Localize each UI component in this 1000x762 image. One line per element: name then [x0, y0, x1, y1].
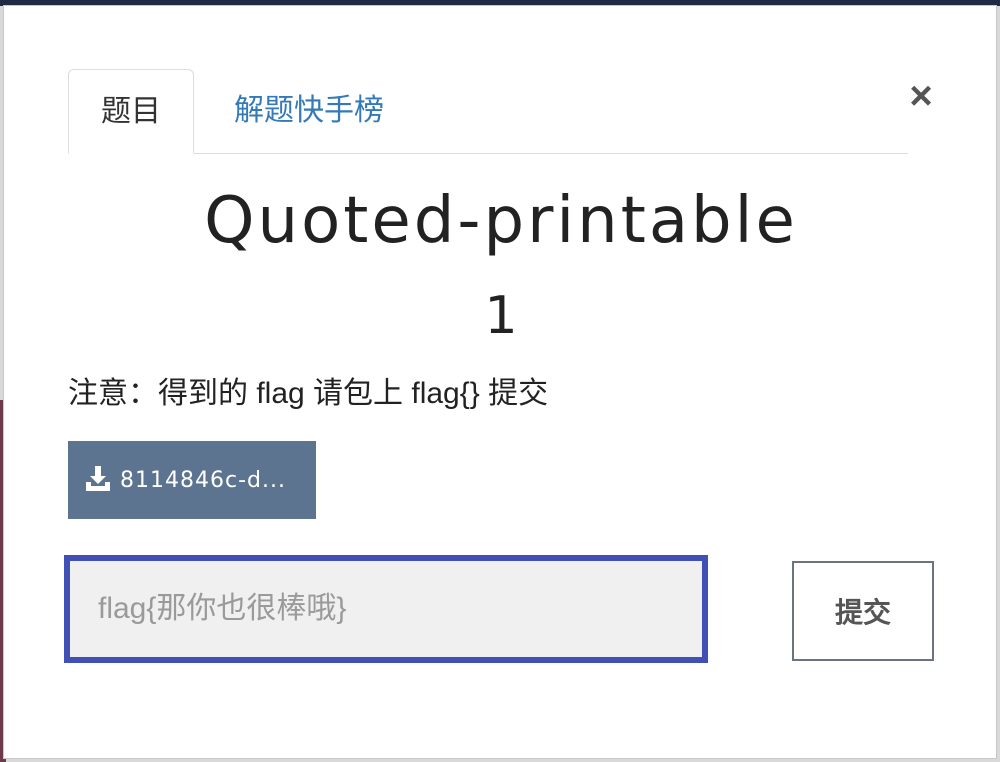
challenge-points: 1 — [484, 286, 518, 346]
flag-input[interactable] — [64, 555, 708, 663]
challenge-modal: 题目 解题快手榜 × Quoted-printable 1 注意：得到的 fla… — [3, 5, 997, 759]
download-icon — [84, 464, 112, 497]
submit-button[interactable]: 提交 — [792, 561, 934, 661]
challenge-title: Quoted-printable — [204, 184, 798, 258]
download-file-label: 8114846c-d... — [120, 467, 286, 493]
close-icon[interactable]: × — [904, 76, 938, 116]
download-file-button[interactable]: 8114846c-d... — [68, 441, 316, 519]
tab-solves-leaderboard[interactable]: 解题快手榜 — [202, 69, 416, 153]
challenge-description: 注意：得到的 flag 请包上 flag{} 提交 — [68, 377, 549, 410]
modal-tabs: 题目 解题快手榜 — [68, 69, 908, 154]
tab-challenge[interactable]: 题目 — [68, 69, 194, 154]
